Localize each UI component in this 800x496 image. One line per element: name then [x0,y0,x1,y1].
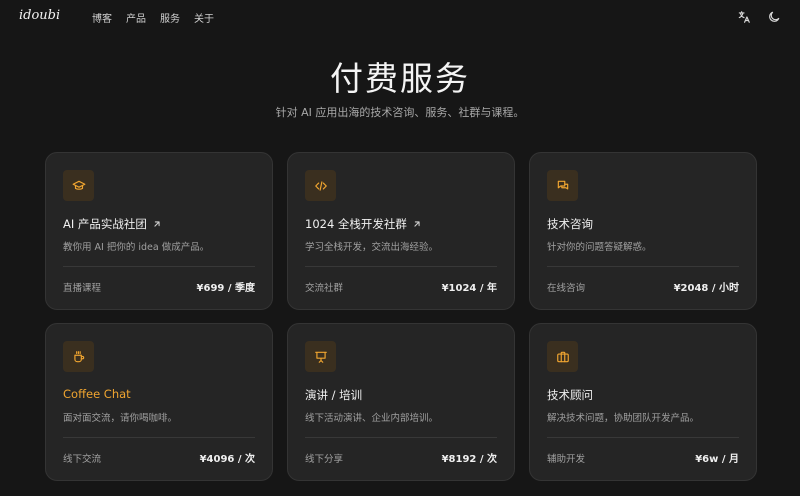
card-title: AI 产品实战社团 [63,216,162,232]
card-type-label: 直播课程 [63,283,102,294]
service-card-fullstack-community[interactable]: 1024 全栈开发社群 学习全栈开发，交流出海经验。 交流社群 ¥1024 / … [287,152,515,310]
nav-links: 博客 产品 服务 关于 [92,10,214,25]
card-title: 技术咨询 [547,216,593,232]
card-title: Coffee Chat [63,387,131,401]
card-description: 针对你的问题答疑解惑。 [547,242,652,253]
card-type-label: 辅助开发 [547,454,586,465]
page-title: 付费服务 [330,59,470,98]
site-logo[interactable]: idoubi [19,8,60,23]
card-description: 线下活动演讲、企业内部培训。 [305,413,439,424]
card-price: ¥699 / 季度 [196,283,255,294]
graduation-cap-icon [63,170,94,201]
card-price: ¥1024 / 年 [441,283,497,294]
nav-link-products[interactable]: 产品 [126,10,146,25]
card-divider [305,437,497,438]
card-type-label: 线下分享 [305,454,344,465]
nav-link-services[interactable]: 服务 [160,10,180,25]
card-divider [63,266,255,267]
chat-bubbles-icon [547,170,578,201]
card-title-text: AI 产品实战社团 [63,217,147,231]
service-card-tech-advisor[interactable]: 技术顾问 解决技术问题，协助团队开发产品。 辅助开发 ¥6w / 月 [529,323,757,481]
coffee-cup-icon [63,341,94,372]
service-card-tech-consulting[interactable]: 技术咨询 针对你的问题答疑解惑。 在线咨询 ¥2048 / 小时 [529,152,757,310]
card-description: 解决技术问题，协助团队开发产品。 [547,413,700,424]
card-title: 演讲 / 培训 [305,387,362,403]
service-card-coffee-chat[interactable]: Coffee Chat 面对面交流，请你喝咖啡。 线下交流 ¥4096 / 次 [45,323,273,481]
card-type-label: 线下交流 [63,454,102,465]
presentation-icon [305,341,336,372]
nav-link-about[interactable]: 关于 [194,10,214,25]
card-description: 教你用 AI 把你的 idea 做成产品。 [63,242,210,253]
card-price: ¥6w / 月 [695,454,739,465]
card-title-text: Coffee Chat [63,387,131,401]
top-nav: idoubi 博客 产品 服务 关于 [0,0,800,34]
card-title-text: 1024 全栈开发社群 [305,217,407,231]
external-link-icon [412,219,422,229]
card-description: 面对面交流，请你喝咖啡。 [63,413,178,424]
nav-link-blog[interactable]: 博客 [92,10,112,25]
card-title: 技术顾问 [547,387,593,403]
card-title-text: 演讲 / 培训 [305,388,363,402]
service-card-speech-training[interactable]: 演讲 / 培训 线下活动演讲、企业内部培训。 线下分享 ¥8192 / 次 [287,323,515,481]
card-price: ¥8192 / 次 [441,454,497,465]
card-divider [305,266,497,267]
card-type-label: 交流社群 [305,283,344,294]
external-link-icon [152,219,162,229]
briefcase-icon [547,341,578,372]
moon-icon[interactable] [767,10,781,24]
service-card-ai-club[interactable]: AI 产品实战社团 教你用 AI 把你的 idea 做成产品。 直播课程 ¥69… [45,152,273,310]
card-divider [547,266,739,267]
card-type-label: 在线咨询 [547,283,586,294]
card-divider [63,437,255,438]
card-price: ¥4096 / 次 [199,454,255,465]
code-icon [305,170,336,201]
card-title-text: 技术顾问 [547,388,593,402]
card-price: ¥2048 / 小时 [673,283,739,294]
page-subtitle: 针对 AI 应用出海的技术咨询、服务、社群与课程。 [275,106,525,119]
card-title-text: 技术咨询 [547,217,593,231]
translate-icon[interactable] [737,10,751,24]
card-divider [547,437,739,438]
card-description: 学习全栈开发，交流出海经验。 [305,242,439,253]
card-title: 1024 全栈开发社群 [305,216,422,232]
